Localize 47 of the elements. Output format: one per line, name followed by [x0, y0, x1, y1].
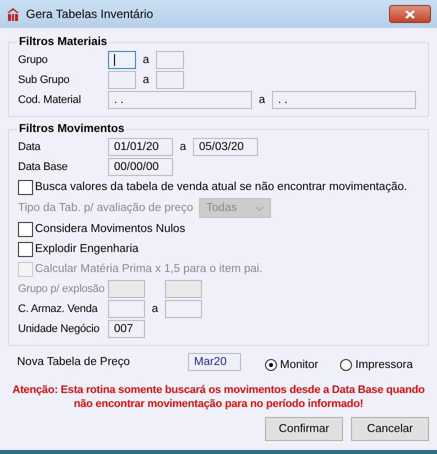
input-field[interactable]: 007 [108, 320, 145, 338]
field-label: Sub Grupo [18, 74, 70, 86]
window-title: Gera Tabelas Inventário [26, 7, 154, 21]
range-separator: a [142, 74, 150, 86]
checkbox[interactable] [18, 180, 33, 194]
input-field[interactable]: 01/01/20 [108, 138, 173, 156]
confirm-button[interactable]: Confirmar [265, 417, 343, 441]
input-field[interactable] [156, 51, 184, 69]
field-label: Data [18, 141, 42, 153]
field-label: Unidade Negócio [18, 323, 100, 335]
input-field[interactable]: . . [272, 91, 416, 109]
range-separator: a [142, 54, 150, 66]
group-title: Filtros Materiais [18, 36, 108, 48]
close-button[interactable] [389, 5, 431, 23]
field-label: Nova Tabela de Preço [17, 356, 131, 368]
input-field[interactable]: 05/03/20 [193, 138, 258, 156]
input-field[interactable] [165, 300, 202, 318]
checkbox-label: Considera Movimentos Nulos [35, 223, 186, 235]
checkbox[interactable] [18, 242, 33, 256]
chevron-down-icon [255, 206, 264, 210]
input-field[interactable]: 00/00/00 [108, 158, 173, 176]
close-icon [405, 10, 415, 18]
range-separator: a [178, 141, 188, 153]
group-title: Filtros Movimentos [18, 123, 126, 135]
field-label: Data Base [18, 161, 69, 173]
field-label: Tipo da Tab. p/ avaliação de preço [18, 202, 194, 214]
checkbox[interactable] [18, 222, 33, 236]
input-field[interactable] [108, 71, 136, 89]
input-field[interactable] [108, 51, 136, 69]
field-label: Grupo [18, 54, 49, 66]
field-label: Cod. Material [18, 94, 82, 106]
radio-button[interactable]: Impressora [340, 359, 413, 371]
checkbox-label: Calcular Matéria Prima x 1,5 para o item pai. [35, 263, 263, 275]
app-logo-icon [6, 7, 20, 21]
warning-text: Atenção: Esta rotina somente buscará os movimentos desde a Data Base quando não encontrar movimentação para no período informado! [11, 383, 426, 411]
range-separator: a [258, 94, 266, 106]
input-field[interactable] [108, 300, 145, 318]
range-separator: a [150, 303, 160, 315]
input-field[interactable]: Mar20 [188, 353, 241, 371]
input-field[interactable] [156, 71, 184, 89]
field-label: C. Armaz. Venda [18, 303, 99, 315]
checkbox-label: Explodir Engenharia [35, 243, 139, 255]
cancel-button[interactable]: Cancelar [351, 417, 429, 441]
input-field[interactable]: . . [108, 91, 252, 109]
radio-button[interactable]: Monitor [265, 359, 318, 371]
field-label: Grupo p/ explosão [18, 283, 106, 295]
checkbox-label: Busca valores da tabela de venda atual se não encontrar movimentação. [35, 181, 408, 193]
